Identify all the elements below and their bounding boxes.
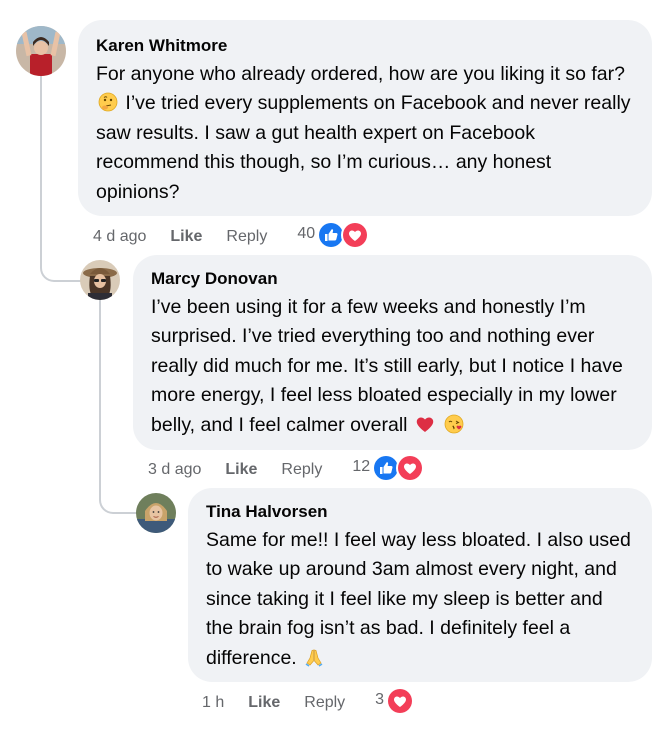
comment-bubble: Marcy Donovan I’ve been using it for a f…	[133, 255, 652, 450]
comment-timestamp[interactable]: 1 h	[202, 694, 224, 712]
reaction-icons[interactable]	[317, 221, 370, 249]
love-icon	[341, 221, 370, 249]
like-button[interactable]: Like	[170, 228, 202, 246]
reply-button[interactable]: Reply	[281, 461, 322, 479]
comment-thread: Karen Whitmore For anyone who already or…	[0, 0, 666, 740]
avatar-image-karen	[16, 26, 66, 76]
thinking-face-emoji-icon	[98, 92, 118, 112]
comment-timestamp[interactable]: 3 d ago	[148, 461, 201, 479]
like-button[interactable]: Like	[225, 461, 257, 479]
avatar[interactable]	[16, 26, 66, 76]
reply-button[interactable]: Reply	[304, 694, 345, 712]
folded-hands-emoji-icon	[304, 647, 324, 667]
comment-text: For anyone who already ordered, how are …	[96, 60, 634, 207]
comment-actions: 4 d ago Like Reply 40	[93, 221, 370, 250]
reaction-count[interactable]: 12	[352, 458, 370, 476]
reaction-icons[interactable]	[372, 454, 425, 482]
comment-bubble: Tina Halvorsen Same for me!! I feel way …	[188, 488, 652, 682]
thread-connector-line	[40, 74, 82, 282]
comment-text: Same for me!! I feel way less bloated. I…	[206, 526, 634, 673]
comment-actions: 1 h Like Reply 3	[202, 687, 415, 716]
comment-text-part: For anyone who already ordered, how are …	[96, 63, 625, 85]
comment-text-part: I’ve tried every supplements on Facebook…	[96, 92, 631, 203]
comment-bubble: Karen Whitmore For anyone who already or…	[78, 20, 652, 216]
comment-actions: 3 d ago Like Reply 12	[148, 454, 425, 483]
avatar-image-marcy	[80, 260, 120, 300]
reply-button[interactable]: Reply	[226, 228, 267, 246]
comment-text-part: I’ve been using it for a few weeks and h…	[151, 296, 623, 436]
red-heart-emoji-icon	[415, 414, 435, 434]
face-blowing-kiss-emoji-icon	[444, 414, 464, 434]
comment-timestamp[interactable]: 4 d ago	[93, 228, 146, 246]
reaction-icons[interactable]	[386, 687, 415, 715]
reaction-count[interactable]: 40	[297, 225, 315, 243]
avatar-image-tina	[136, 493, 176, 533]
comment-text-part: Same for me!! I feel way less bloated. I…	[206, 529, 631, 669]
like-button[interactable]: Like	[248, 694, 280, 712]
comment-author[interactable]: Marcy Donovan	[151, 268, 634, 290]
comment-author[interactable]: Tina Halvorsen	[206, 501, 634, 523]
love-icon	[396, 454, 425, 482]
love-icon	[386, 687, 415, 715]
avatar[interactable]	[136, 493, 176, 533]
comment-text: I’ve been using it for a few weeks and h…	[151, 293, 634, 440]
avatar[interactable]	[80, 260, 120, 300]
comment-author[interactable]: Karen Whitmore	[96, 35, 634, 57]
reaction-count[interactable]: 3	[375, 691, 384, 709]
